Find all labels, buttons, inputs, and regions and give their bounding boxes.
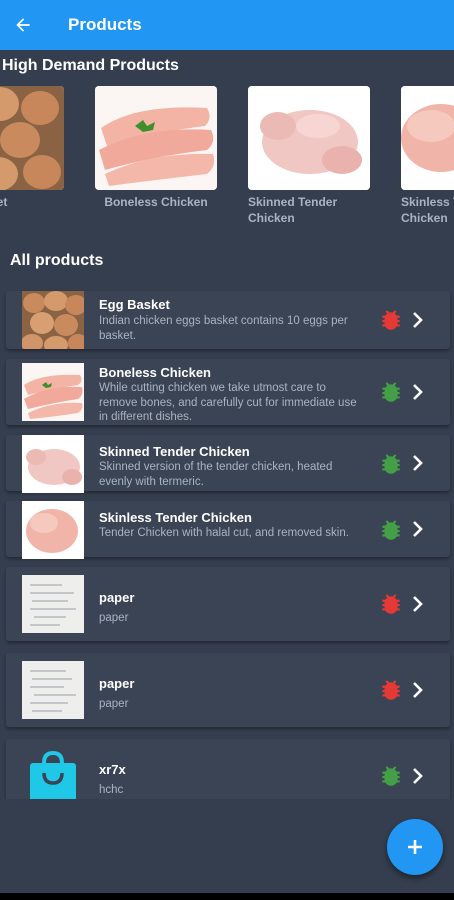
app-bar: Products <box>0 0 454 50</box>
high-demand-carousel[interactable]: Egg Basket Boneless Chicken Skinned Tend <box>0 86 454 226</box>
product-description: Tender Chicken with halal cut, and remov… <box>99 527 349 539</box>
skinned-chicken-image <box>248 86 370 190</box>
boneless-chicken-image <box>95 86 217 190</box>
add-icon <box>408 840 422 854</box>
high-demand-item[interactable]: Skinned Tender Chicken <box>248 86 370 226</box>
product-row[interactable]: paper paper <box>6 567 450 641</box>
bug-status-icon <box>382 680 400 700</box>
product-image <box>22 749 84 799</box>
product-description: While cutting chicken we take utmost car… <box>99 382 357 423</box>
arrow-back-icon <box>16 18 30 32</box>
bug-status-icon <box>382 454 400 474</box>
high-demand-heading: High Demand Products <box>2 57 179 74</box>
product-name: Egg Basket <box>99 297 170 312</box>
high-demand-label: Skinned Tender Chicken <box>248 195 338 225</box>
product-row[interactable]: paper paper <box>6 653 450 727</box>
product-name: paper <box>99 676 135 691</box>
product-image <box>22 661 84 719</box>
chevron-right-icon[interactable] <box>408 451 428 475</box>
bug-status-icon <box>382 382 400 402</box>
chevron-right-icon[interactable] <box>408 380 428 404</box>
product-description: hchc <box>99 784 124 796</box>
product-image <box>22 501 84 559</box>
product-row[interactable]: Egg Basket Indian chicken eggs basket co… <box>6 291 450 349</box>
bug-status-icon <box>382 766 400 786</box>
chevron-right-icon[interactable] <box>408 764 428 788</box>
product-name: xr7x <box>99 762 126 777</box>
product-description: Skinned version of the tender chicken, h… <box>99 461 333 488</box>
chevron-right-icon[interactable] <box>408 517 428 541</box>
shopping-bag-icon <box>30 750 76 799</box>
product-row[interactable]: Boneless Chicken While cutting chicken w… <box>6 359 450 425</box>
skinless-chicken-image <box>401 86 454 190</box>
product-row[interactable]: Skinless Tender Chicken Tender Chicken w… <box>6 501 450 559</box>
high-demand-item[interactable]: Boneless Chicken <box>95 86 217 210</box>
high-demand-label: Egg Basket <box>0 195 8 209</box>
high-demand-label: Skinless Tender Chicken <box>401 195 454 225</box>
bug-status-icon <box>382 310 400 330</box>
product-name: paper <box>99 590 135 605</box>
high-demand-item[interactable]: Skinless Tender Chicken <box>401 86 454 226</box>
chevron-right-icon[interactable] <box>408 308 428 332</box>
product-image <box>22 575 84 633</box>
product-list[interactable]: Egg Basket Indian chicken eggs basket co… <box>0 289 454 799</box>
egg-basket-image <box>0 86 64 190</box>
bug-status-icon <box>382 520 400 540</box>
product-name: Skinless Tender Chicken <box>99 510 252 525</box>
product-image <box>22 291 84 349</box>
back-button[interactable] <box>0 0 46 50</box>
chevron-right-icon[interactable] <box>408 678 428 702</box>
product-name: Skinned Tender Chicken <box>99 444 250 459</box>
product-row[interactable]: Skinned Tender Chicken Skinned version o… <box>6 435 450 493</box>
product-image <box>22 435 84 493</box>
page-title: Products <box>68 15 142 34</box>
product-row[interactable]: xr7x hchc <box>6 739 450 799</box>
product-name: Boneless Chicken <box>99 365 211 380</box>
product-description: paper <box>99 698 129 710</box>
product-description: paper <box>99 612 129 624</box>
all-products-heading: All products <box>10 252 104 269</box>
add-product-button[interactable] <box>387 819 443 875</box>
high-demand-item[interactable]: Egg Basket <box>0 86 64 210</box>
product-image <box>22 363 84 421</box>
high-demand-label: Boneless Chicken <box>104 195 208 209</box>
product-description: Indian chicken eggs basket contains 10 e… <box>99 315 348 342</box>
system-nav-bar <box>0 893 454 900</box>
bug-status-icon <box>382 594 400 614</box>
chevron-right-icon[interactable] <box>408 592 428 616</box>
